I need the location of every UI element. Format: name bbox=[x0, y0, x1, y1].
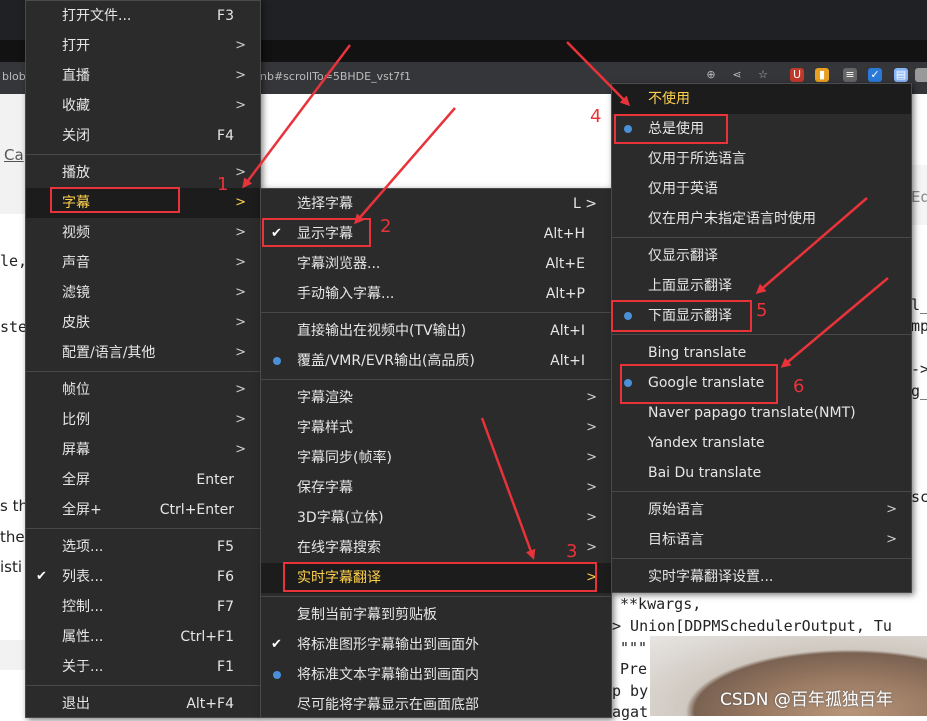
annotation-arrows bbox=[242, 41, 889, 560]
arrow-step2 bbox=[354, 107, 456, 225]
arrow-step3 bbox=[480, 417, 536, 560]
arrow-step5 bbox=[755, 197, 868, 294]
arrow-step4 bbox=[566, 41, 631, 107]
arrow-step6 bbox=[780, 277, 889, 368]
arrow-step1 bbox=[242, 44, 351, 189]
